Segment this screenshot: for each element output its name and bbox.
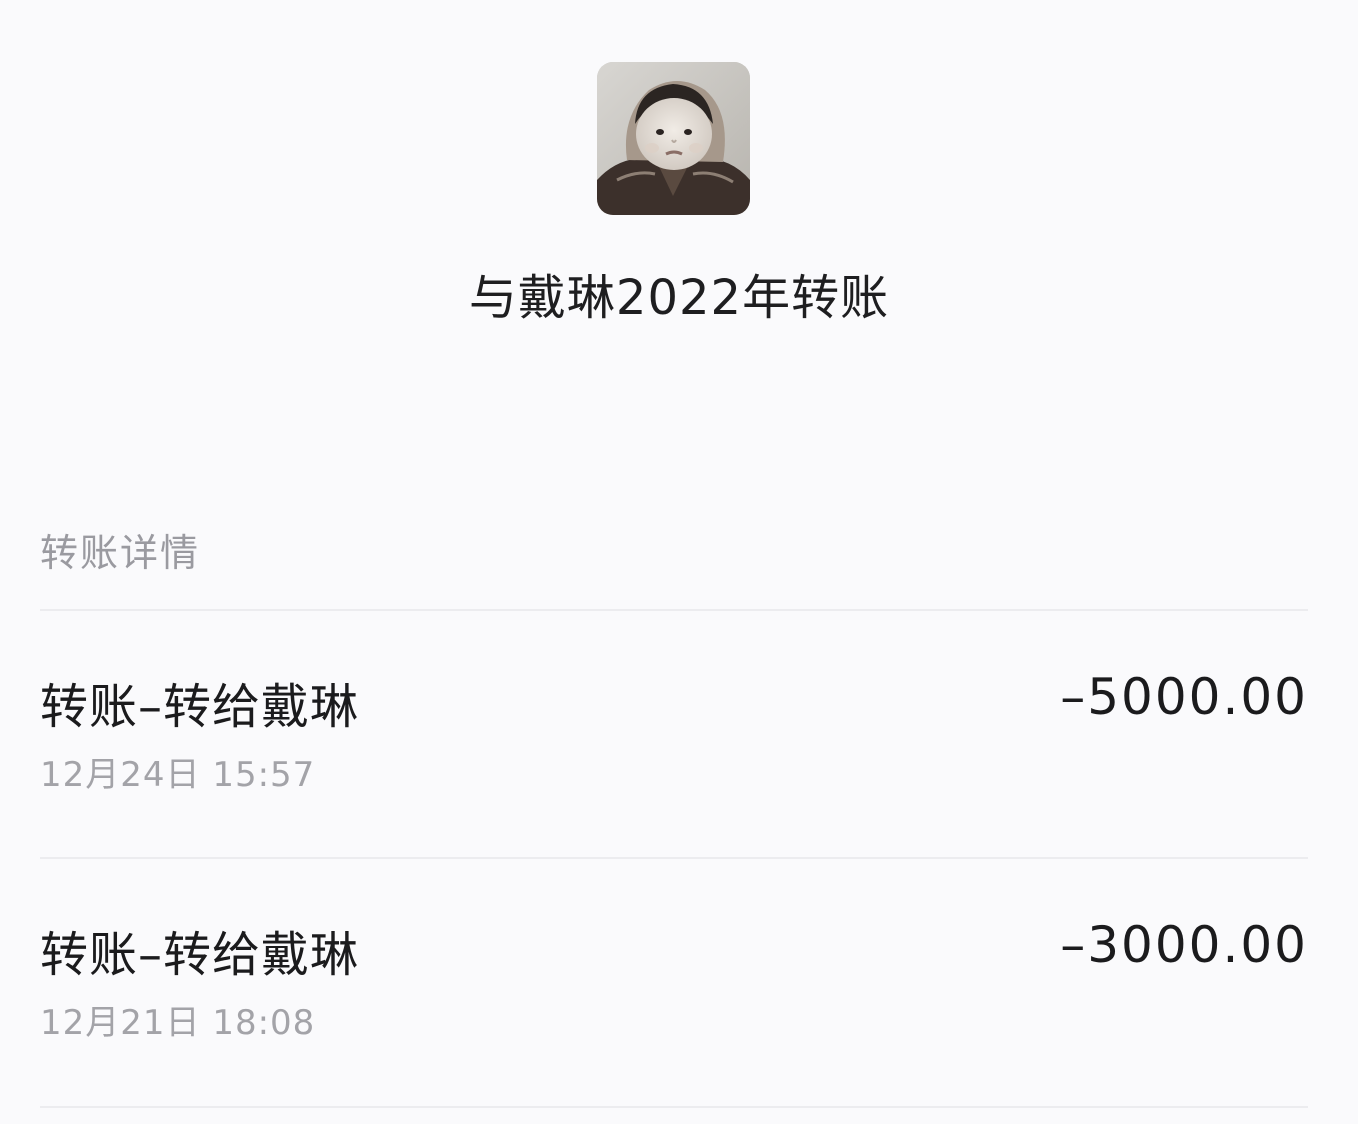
transaction-title: 转账–转给戴琳 <box>40 927 360 983</box>
page-title: 与戴琳2022年转账 <box>468 270 890 326</box>
divider <box>40 609 1308 611</box>
transaction-amount: –3000.00 <box>1060 916 1308 974</box>
child-portrait-icon <box>597 62 750 215</box>
transaction-title: 转账–转给戴琳 <box>40 679 360 735</box>
transaction-row[interactable]: 转账–转给戴琳 –5000.00 12月24日 15:57 <box>40 668 1308 876</box>
section-title: 转账详情 <box>40 531 201 575</box>
avatar[interactable] <box>597 62 750 215</box>
divider <box>40 857 1308 859</box>
transaction-row[interactable]: 转账–转给戴琳 –3000.00 12月21日 18:08 <box>40 916 1308 1124</box>
transaction-time: 12月24日 15:57 <box>40 755 316 795</box>
divider <box>40 1106 1308 1108</box>
transaction-time: 12月21日 18:08 <box>40 1003 316 1043</box>
transaction-amount: –5000.00 <box>1060 668 1308 726</box>
